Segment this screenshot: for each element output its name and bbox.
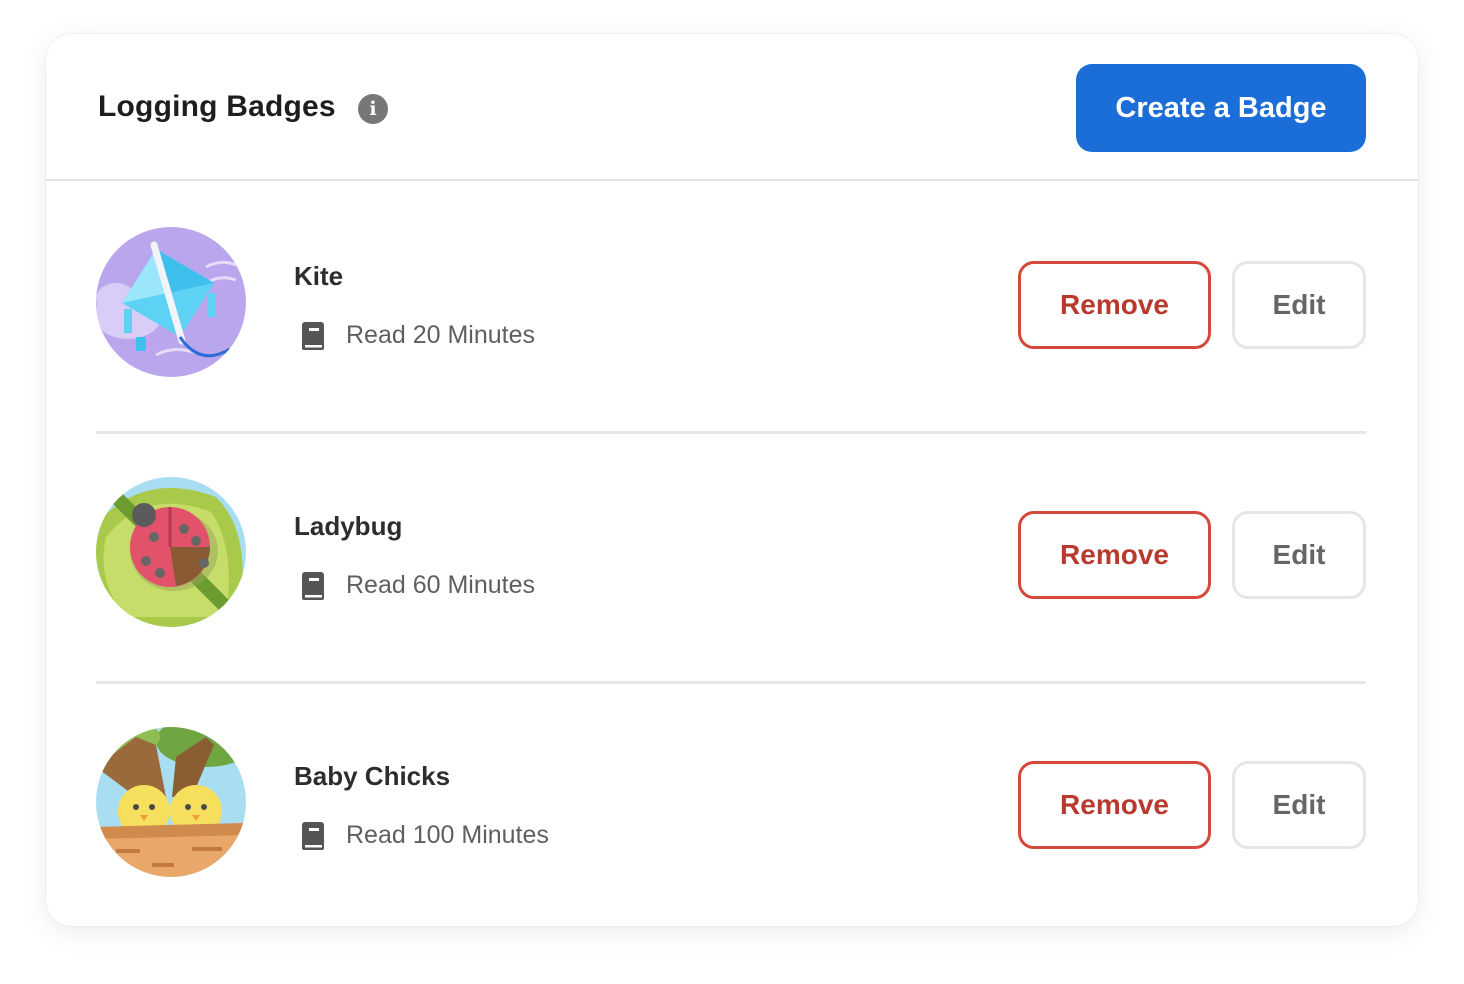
badge-name: Kite <box>294 261 344 291</box>
badge-name: Ladybug <box>294 511 403 541</box>
book-icon <box>302 322 324 350</box>
remove-button[interactable]: Remove <box>1018 261 1211 349</box>
badge-requirement: Read 100 Minutes <box>346 821 549 849</box>
edit-button[interactable]: Edit <box>1232 511 1366 599</box>
remove-button[interactable]: Remove <box>1018 511 1211 599</box>
badge-row-baby-chicks: Baby Chicks Read 100 Minutes Remove Edit <box>96 681 1366 931</box>
badge-requirement: Read 60 Minutes <box>346 571 536 599</box>
badge-image-kite <box>96 227 246 377</box>
badge-requirement: Read 20 Minutes <box>346 321 536 349</box>
info-icon[interactable]: i <box>358 94 388 124</box>
edit-button[interactable]: Edit <box>1232 761 1366 849</box>
badge-row-kite: Kite Read 20 Minutes Remove Edit <box>96 181 1366 434</box>
badge-image-ladybug <box>96 477 246 627</box>
badge-image-baby-chicks <box>96 727 246 877</box>
edit-button[interactable]: Edit <box>1232 261 1366 349</box>
remove-button[interactable]: Remove <box>1018 761 1211 849</box>
card-header: Logging Badges i Create a Badge <box>46 34 1418 181</box>
create-badge-button[interactable]: Create a Badge <box>1076 64 1366 152</box>
logging-badges-card: Logging Badges i Create a Badge Kite Rea… <box>46 34 1418 926</box>
badge-name: Baby Chicks <box>294 761 451 791</box>
page-title: Logging Badges <box>98 90 336 123</box>
book-icon <box>302 822 324 850</box>
badge-row-ladybug: Ladybug Read 60 Minutes Remove Edit <box>96 431 1366 684</box>
book-icon <box>302 572 324 600</box>
